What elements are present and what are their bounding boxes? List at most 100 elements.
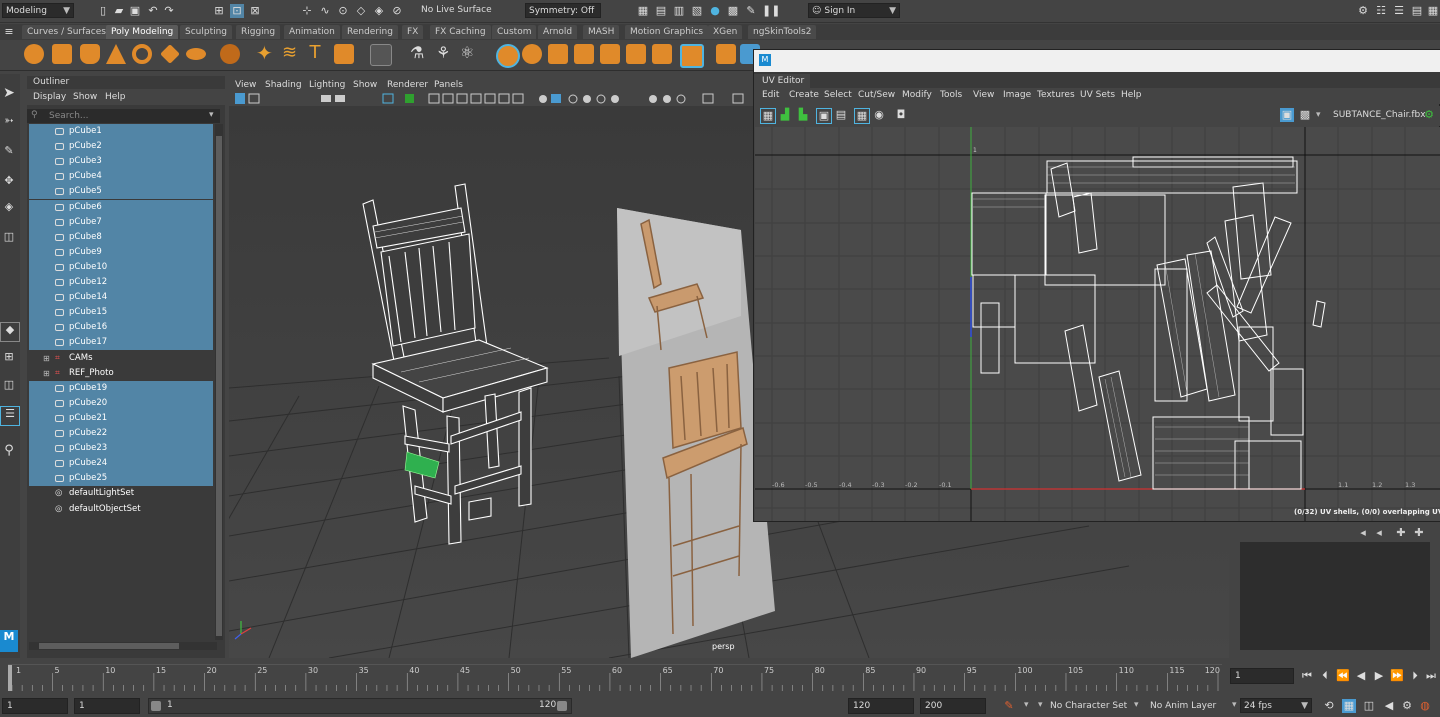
time-ruler[interactable]: 1 5 10 15 20 25 30 35 40 45 50 55 60 65 70 75 80 85 90 95 10… — [8, 664, 1222, 691]
poly-torus-icon[interactable] — [132, 44, 152, 64]
target-weld-icon[interactable] — [652, 44, 672, 64]
shelf-tab[interactable]: Curves / Surfaces — [22, 25, 111, 39]
preferences-icon[interactable]: ◍ — [1418, 699, 1432, 713]
outliner-item-pcube9[interactable]: pCube9 — [29, 244, 213, 260]
go-to-start-icon[interactable]: ⏮ — [1300, 669, 1314, 683]
shelf-tab[interactable]: Arnold — [538, 25, 578, 39]
viewport-menu-show[interactable]: Show — [353, 80, 377, 90]
uv-snapshot-icon[interactable]: ◘ — [894, 108, 908, 122]
outliner-menu-help[interactable]: Help — [105, 92, 126, 102]
select-component-icon[interactable]: ⊠ — [248, 4, 262, 18]
shelf-menu-icon[interactable]: ≡ — [2, 25, 16, 39]
fill-hole-icon[interactable] — [574, 44, 594, 64]
outliner-item-defaultobjectset[interactable]: ◎ defaultObjectSet — [29, 502, 213, 517]
chevron-down-icon[interactable]: ▾ — [1024, 700, 1029, 710]
two-pane-icon[interactable]: ◫ — [2, 378, 16, 392]
uv-isolate-icon[interactable]: ◉ — [872, 108, 886, 122]
outliner-item-pcube14[interactable]: pCube14 — [29, 290, 213, 306]
viewport-menu-view[interactable]: View — [235, 80, 256, 90]
snap-surface-icon[interactable]: ◈ — [372, 4, 386, 18]
new-scene-icon[interactable]: ▯ — [96, 4, 110, 18]
open-scene-icon[interactable]: ▰ — [112, 4, 126, 18]
uv-texture-name[interactable]: SUBTANCE_Chair.fbx — [1333, 110, 1426, 120]
outliner-item-pcube12[interactable]: pCube12 — [29, 275, 213, 290]
chevron-down-icon[interactable]: ▾ — [1134, 700, 1139, 710]
range-slider[interactable]: 1 120 — [148, 698, 572, 714]
animation-start-field[interactable]: 1 — [2, 698, 68, 714]
poly-sphere-icon[interactable] — [24, 44, 44, 64]
bridge-icon[interactable] — [522, 44, 542, 64]
new-layer-selected-icon[interactable]: ✚ — [1412, 526, 1426, 540]
combine-icon[interactable] — [370, 44, 392, 66]
playback-start-field[interactable]: 1 — [74, 698, 140, 714]
outliner-item-pcube20[interactable]: pCube20 — [29, 395, 213, 411]
snap-grid-icon[interactable]: ⊹ — [300, 4, 314, 18]
outliner-item-pcube10[interactable]: pCube10 — [29, 259, 213, 275]
pause-viewport-icon[interactable]: ❚❚ — [762, 4, 780, 18]
svg-icon[interactable] — [334, 44, 354, 64]
cache-playback-icon[interactable]: ▦ — [1342, 699, 1356, 713]
render-view-icon[interactable]: ▦ — [636, 4, 650, 18]
move-tool-icon[interactable]: ✥ — [2, 174, 16, 188]
outliner-item-pcube24[interactable]: pCube24 — [29, 456, 213, 472]
character-set-dropdown[interactable]: No Character Set — [1050, 698, 1128, 714]
outliner-item-ref_photo[interactable]: ⊞ ⌗ REF_Photo — [29, 366, 213, 381]
uv-refresh-icon[interactable]: ⚙ — [1422, 108, 1436, 122]
outliner-scrollbar[interactable] — [215, 124, 223, 640]
single-pane-icon[interactable]: ◆ — [0, 322, 20, 342]
chevron-down-icon[interactable]: ▾ — [1316, 110, 1321, 120]
uv-editor-title[interactable]: UV Editor — [754, 74, 810, 88]
audio-icon[interactable]: ◫ — [1362, 699, 1376, 713]
quad-draw-icon[interactable] — [680, 44, 704, 68]
shelf-tab[interactable]: Animation — [284, 25, 340, 39]
scale-tool-icon[interactable]: ◫ — [2, 230, 16, 244]
tool-settings-icon[interactable]: ☰ — [1392, 4, 1406, 18]
shelf-tab[interactable]: Sculpting — [180, 25, 233, 39]
outliner-item-pcube17[interactable]: pCube17 — [29, 335, 213, 351]
sign-in-dropdown[interactable]: ☺ Sign In ▼ — [808, 3, 900, 18]
rotate-tool-icon[interactable]: ◈ — [2, 200, 16, 214]
uv-menu-help[interactable]: Help — [1121, 90, 1142, 100]
shelf-tab[interactable]: Poly Modeling — [106, 25, 179, 39]
shelf-tab[interactable]: FX Caching — [430, 25, 491, 39]
uv-menu-edit[interactable]: Edit — [762, 90, 779, 100]
render-settings-icon[interactable]: ▧ — [690, 4, 704, 18]
uv-menu-cut-sew[interactable]: Cut/Sew — [858, 90, 895, 100]
uv-texture-borders-icon[interactable]: ▣ — [816, 108, 832, 124]
uv-grid-icon[interactable]: ▦ — [760, 108, 776, 124]
modeling-toolkit-icon[interactable]: ▦ — [1426, 4, 1440, 18]
extrude-icon[interactable] — [496, 44, 520, 68]
live-surface-field[interactable]: No Live Surface — [418, 3, 496, 18]
snap-curve-icon[interactable]: ∿ — [318, 4, 332, 18]
render-setup-icon[interactable]: ▩ — [726, 4, 740, 18]
expand-icon[interactable]: ⊞ — [43, 366, 50, 381]
four-pane-icon[interactable]: ⊞ — [2, 350, 16, 364]
outliner-item-pcube21[interactable]: pCube21 — [29, 410, 213, 426]
layer-down-icon[interactable]: ◂ — [1372, 526, 1386, 540]
outliner-item-pcube1[interactable]: pCube1 — [29, 124, 213, 139]
separate-icon[interactable]: ⚗ — [410, 45, 424, 61]
shelf-tab[interactable]: ngSkinTools2 — [748, 25, 817, 39]
uv-menu-create[interactable]: Create — [789, 90, 819, 100]
uv-menu-view[interactable]: View — [973, 90, 994, 100]
step-back-key-icon[interactable]: ⏴ — [1318, 669, 1332, 683]
poly-cone-icon[interactable] — [106, 44, 126, 64]
uv-shaded-icon[interactable]: ▟ — [778, 108, 792, 122]
outliner-menu-show[interactable]: Show — [73, 92, 97, 102]
chevron-down-icon[interactable]: ▾ — [1232, 700, 1237, 710]
poly-cylinder-icon[interactable] — [80, 44, 100, 64]
save-scene-icon[interactable]: ▣ — [128, 4, 142, 18]
shelf-tab[interactable]: Motion Graphics — [625, 25, 709, 39]
outliner-item-pcube25[interactable]: pCube25 — [29, 471, 213, 487]
attribute-editor-icon[interactable]: ☷ — [1374, 4, 1388, 18]
outliner-pane-icon[interactable]: ☰ — [0, 406, 20, 426]
animation-end-field[interactable]: 200 — [920, 698, 986, 714]
outliner-item-pcube6[interactable]: pCube6 — [29, 199, 213, 215]
uv-checker-map-icon[interactable]: ▩ — [1298, 108, 1312, 122]
render-frame-icon[interactable]: ▤ — [654, 4, 668, 18]
viewport-menu-renderer[interactable]: Renderer — [387, 80, 428, 90]
go-to-end-icon[interactable]: ⏭ — [1424, 669, 1438, 683]
uv-distortion-icon[interactable]: ▙ — [796, 108, 810, 122]
bevel-icon[interactable] — [548, 44, 568, 64]
hypershade-icon[interactable]: ● — [708, 4, 722, 18]
